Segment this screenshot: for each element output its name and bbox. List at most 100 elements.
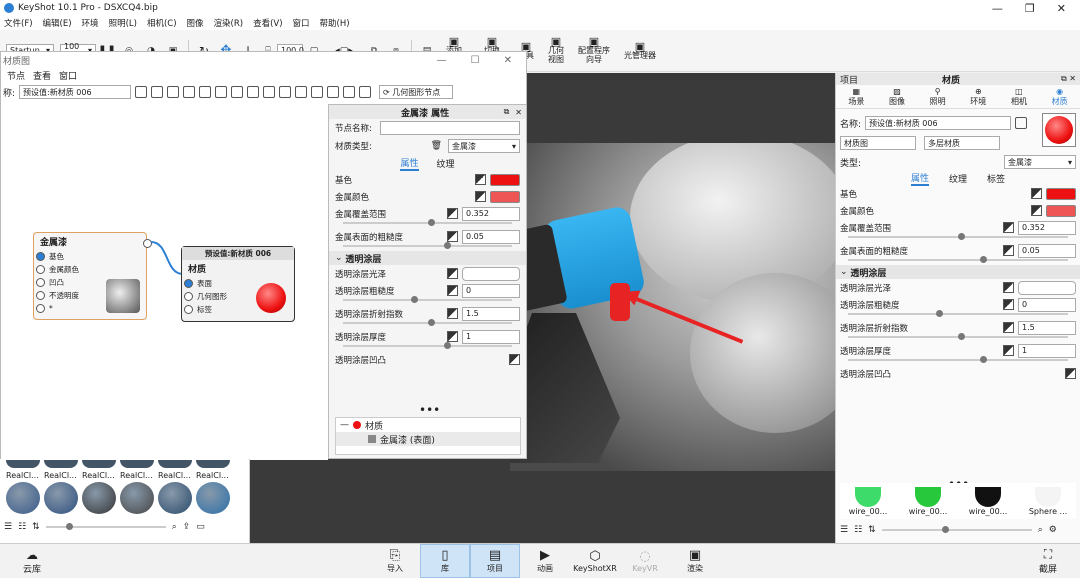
collapse-icon[interactable]: — (340, 420, 349, 430)
value-slider[interactable] (848, 356, 1068, 363)
tool-icon[interactable] (199, 86, 212, 98)
thumbnail-top[interactable] (158, 460, 192, 468)
value-field[interactable]: 0.05 (462, 229, 520, 244)
tab-3[interactable]: ⊕ 环境 (970, 87, 986, 107)
value-slider[interactable] (848, 310, 1068, 317)
tab-label[interactable]: 标签 (987, 172, 1005, 185)
tab-0[interactable]: ▦ 场景 (848, 87, 864, 107)
value-field[interactable]: 0 (1018, 297, 1076, 312)
tree-root[interactable]: 材质 (365, 419, 383, 432)
texture-toggle-icon[interactable] (447, 308, 458, 319)
tab-2[interactable]: ⚲ 照明 (930, 87, 946, 107)
texture-toggle-icon[interactable] (475, 174, 486, 185)
texture-toggle-icon[interactable] (1003, 299, 1014, 310)
tab-5[interactable]: ◉ 材质 (1052, 87, 1068, 107)
menu-item[interactable]: 帮助(H) (320, 17, 350, 29)
node-port[interactable]: 基色 (36, 250, 146, 263)
texture-toggle-icon[interactable] (509, 354, 520, 365)
thumbnail-ball[interactable] (6, 482, 40, 514)
bottom-item[interactable]: ▣ 渲染 (670, 544, 720, 578)
material-swatch[interactable]: wire_00... (840, 486, 896, 516)
tab-texture[interactable]: 纹理 (949, 172, 967, 185)
menu-item[interactable]: 节点 (7, 69, 25, 82)
menu-item[interactable]: 窗口 (59, 69, 77, 82)
graph-canvas[interactable]: 金属漆 基色 金属颜色 凹凸 不透明度 * 预设值:新材质 006 材质 表面 几何图形标… (1, 104, 328, 460)
more-dots-icon[interactable]: ••• (419, 403, 440, 417)
value-field[interactable] (462, 266, 520, 281)
save-icon[interactable] (1015, 117, 1028, 129)
value-slider[interactable] (343, 296, 512, 303)
color-swatch[interactable] (490, 190, 520, 203)
value-field[interactable]: 0 (462, 283, 520, 298)
menu-item[interactable]: 文件(F) (4, 17, 33, 29)
texture-toggle-icon[interactable] (1003, 322, 1014, 333)
save-icon[interactable] (135, 86, 148, 98)
value-slider[interactable] (343, 219, 512, 226)
menu-item[interactable]: 渲染(R) (214, 17, 244, 29)
menu-item[interactable]: 图像 (187, 17, 204, 29)
value-slider[interactable] (343, 242, 512, 249)
material-name-field[interactable]: 预设值:新材质 006 (865, 116, 1012, 130)
value-field[interactable]: 1.5 (1018, 320, 1076, 335)
thumbnail-top[interactable] (120, 460, 154, 468)
tool-icon[interactable] (295, 86, 308, 98)
tool-icon[interactable] (263, 86, 276, 98)
tool-icon[interactable] (167, 86, 180, 98)
node-port[interactable]: 金属颜色 (36, 263, 146, 276)
value-field[interactable]: 0.352 (1018, 220, 1076, 235)
tool-icon[interactable] (151, 86, 164, 98)
thumbnail-top[interactable] (44, 460, 78, 468)
toolbar-button[interactable]: ▣ 几何 视图 (548, 36, 564, 64)
menu-item[interactable]: 相机(C) (147, 17, 177, 29)
tab-properties[interactable]: 属性 (910, 171, 929, 186)
value-field[interactable]: 0.352 (462, 206, 520, 221)
bottom-item[interactable]: ◌ KeyVR (620, 544, 670, 578)
cloud-library-button[interactable]: ☁ 云库 (0, 548, 64, 575)
tool-icon[interactable] (215, 86, 228, 98)
tool-icon[interactable] (343, 86, 356, 98)
texture-toggle-icon[interactable] (1031, 188, 1042, 199)
search-icon[interactable]: ⌕ (172, 522, 177, 532)
tool-icon[interactable] (311, 86, 324, 98)
thumbnail-ball[interactable] (120, 482, 154, 514)
texture-toggle-icon[interactable] (447, 285, 458, 296)
value-slider[interactable] (848, 256, 1068, 263)
menu-item[interactable]: 查看 (33, 69, 51, 82)
list-view-icon[interactable]: ☷ (18, 522, 26, 532)
tool-icon[interactable] (327, 86, 340, 98)
thumbnail-ball[interactable] (196, 482, 230, 514)
texture-toggle-icon[interactable] (1031, 205, 1042, 216)
collapse-icon[interactable]: ⌄ (335, 253, 343, 263)
material-type-select[interactable]: 金属漆 ▾ (1004, 155, 1076, 169)
upload-icon[interactable]: ⇪ (183, 522, 191, 532)
float-icon[interactable]: ⧉ ✕ (1061, 74, 1076, 84)
value-field[interactable]: 1 (462, 329, 520, 344)
texture-toggle-icon[interactable] (447, 231, 458, 242)
texture-toggle-icon[interactable] (1003, 222, 1014, 233)
bottom-item[interactable]: ⬡ KeyShotXR (570, 544, 620, 578)
close-icon[interactable]: ✕ (515, 108, 522, 117)
value-slider[interactable] (848, 333, 1068, 340)
bottom-item[interactable]: ⎘ 导入 (370, 544, 420, 578)
node-material[interactable]: 预设值:新材质 006 材质 表面 几何图形 标签 (181, 246, 295, 322)
thumbnail-top[interactable] (196, 460, 230, 468)
value-slider[interactable] (343, 319, 512, 326)
value-slider[interactable] (848, 233, 1068, 240)
value-slider[interactable] (343, 342, 512, 349)
geometry-node-button[interactable]: ⟳ 几何图形节点 (379, 85, 454, 99)
menu-item[interactable]: 窗口 (293, 17, 310, 29)
grid-view-icon[interactable]: ☰ (840, 525, 848, 535)
thumbnail-ball[interactable] (158, 482, 192, 514)
tab-texture[interactable]: 纹理 (437, 157, 455, 170)
minimize-icon[interactable]: — (992, 2, 1003, 15)
value-field[interactable] (1018, 280, 1076, 295)
texture-toggle-icon[interactable] (1003, 282, 1014, 293)
list-view-icon[interactable]: ☷ (854, 525, 862, 535)
tab-properties[interactable]: 属性 (400, 156, 419, 171)
minimize-icon[interactable]: — (437, 55, 447, 66)
texture-toggle-icon[interactable] (1003, 245, 1014, 256)
material-swatch[interactable]: wire_00... (960, 486, 1016, 516)
tool-icon[interactable] (279, 86, 292, 98)
thumbnail-ball[interactable] (44, 482, 78, 514)
close-icon[interactable]: ✕ (504, 55, 512, 66)
